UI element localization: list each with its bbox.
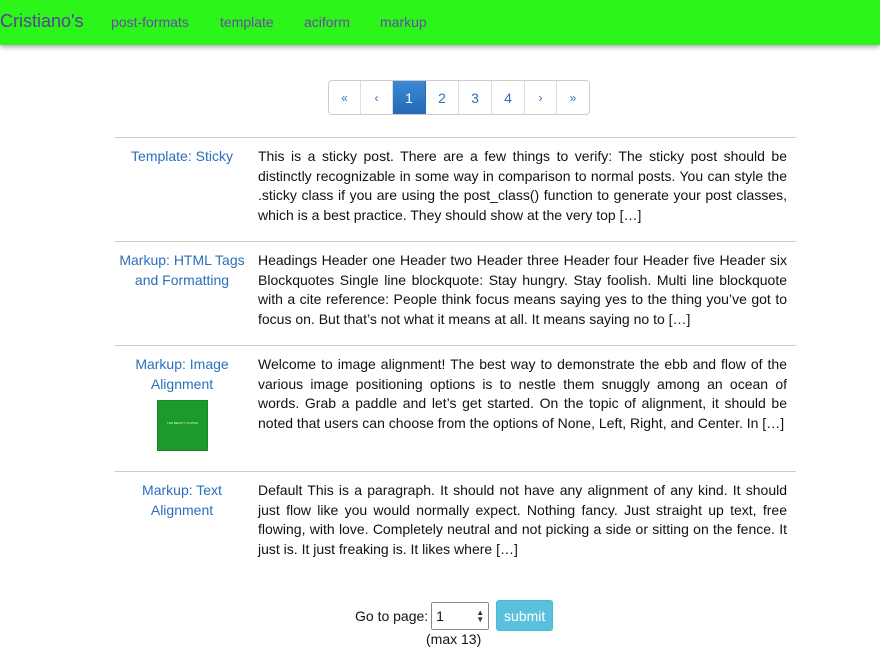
post-list: Template: Sticky This is a sticky post. … — [115, 137, 796, 571]
nav-markup[interactable]: markup — [380, 14, 427, 30]
post-row: Template: Sticky This is a sticky post. … — [115, 137, 796, 241]
site-brand-link[interactable]: Cristiano's — [0, 11, 83, 32]
nav-post-formats[interactable]: post-formats — [111, 14, 189, 30]
first-page-button[interactable]: « — [329, 81, 361, 114]
last-page-button[interactable]: » — [557, 81, 589, 114]
post-thumbnail-image[interactable]: I AM BEAUTY LOVING — [157, 400, 208, 451]
prev-page-button[interactable]: ‹ — [361, 81, 393, 114]
post-row: Markup: Image Alignment I AM BEAUTY LOVI… — [115, 345, 796, 471]
goto-page-form: Go to page: 1 ▲ ▼ submit — [355, 600, 554, 631]
page-1-button[interactable]: 1 — [393, 81, 426, 114]
post-title-link[interactable]: Markup: Text Alignment — [115, 481, 249, 520]
page-4-button[interactable]: 4 — [492, 81, 525, 114]
submit-button[interactable]: submit — [496, 600, 554, 631]
post-excerpt: This is a sticky post. There are a few t… — [258, 148, 787, 223]
page-3-button[interactable]: 3 — [459, 81, 492, 114]
post-excerpt: Headings Header one Header two Header th… — [258, 252, 787, 327]
post-excerpt: Default This is a paragraph. It should n… — [258, 482, 787, 557]
page-number-input[interactable]: 1 ▲ ▼ — [431, 601, 490, 630]
post-title-link[interactable]: Markup: Image Alignment — [115, 355, 249, 394]
post-excerpt: Welcome to image alignment! The best way… — [258, 356, 787, 431]
post-title-link[interactable]: Template: Sticky — [115, 147, 249, 167]
next-page-button[interactable]: › — [525, 81, 557, 114]
thumbnail-caption: I AM BEAUTY LOVING — [167, 421, 198, 425]
page-number-value: 1 — [436, 607, 444, 624]
max-page-note: (max 13) — [426, 631, 482, 647]
nav-template[interactable]: template — [220, 14, 274, 30]
post-title-link[interactable]: Markup: HTML Tags and Formatting — [115, 251, 249, 290]
nav-aciform[interactable]: aciform — [304, 14, 350, 30]
post-row: Markup: HTML Tags and Formatting Heading… — [115, 241, 796, 345]
top-navbar: Cristiano's post-formats template acifor… — [0, 0, 880, 45]
stepper-arrows-icon[interactable]: ▲ ▼ — [476, 608, 484, 623]
pagination: « ‹ 1 2 3 4 › » — [328, 80, 590, 115]
post-row: Markup: Text Alignment Default This is a… — [115, 471, 796, 571]
page-2-button[interactable]: 2 — [426, 81, 459, 114]
goto-page-label: Go to page: — [355, 607, 429, 624]
